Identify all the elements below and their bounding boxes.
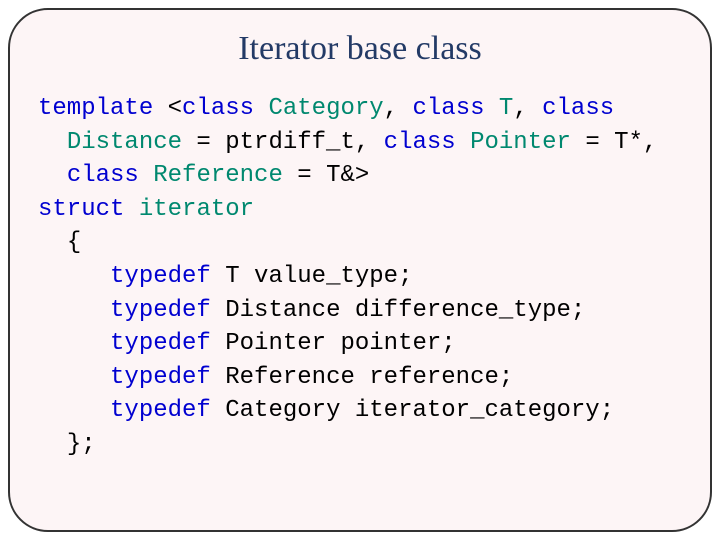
kw-class: class <box>67 162 139 189</box>
kw-struct: struct <box>38 196 124 223</box>
typedef-line: Reference reference; <box>211 364 513 391</box>
typedef-line: T value_type; <box>211 263 413 290</box>
type-t: T <box>499 95 513 122</box>
type-distance: Distance <box>67 129 182 156</box>
kw-typedef: typedef <box>110 364 211 391</box>
slide-title: Iterator base class <box>38 30 682 68</box>
kw-class: class <box>412 95 484 122</box>
code-block: template <class Category, class T, class… <box>38 92 682 462</box>
sym: = T&> <box>283 162 369 189</box>
sym: = ptrdiff_t, <box>182 129 384 156</box>
kw-typedef: typedef <box>110 330 211 357</box>
kw-class: class <box>542 95 614 122</box>
kw-template: template <box>38 95 153 122</box>
type-category: Category <box>268 95 383 122</box>
kw-class: class <box>182 95 254 122</box>
open-brace: { <box>67 229 81 256</box>
kw-class: class <box>384 129 456 156</box>
type-pointer: Pointer <box>470 129 571 156</box>
sym: , <box>384 95 413 122</box>
type-iterator: iterator <box>139 196 254 223</box>
type-reference: Reference <box>153 162 283 189</box>
sym: = T*, <box>571 129 672 156</box>
close-brace: }; <box>67 431 96 458</box>
kw-typedef: typedef <box>110 397 211 424</box>
typedef-line: Pointer pointer; <box>211 330 456 357</box>
slide-frame: Iterator base class template <class Cate… <box>8 8 712 532</box>
kw-typedef: typedef <box>110 297 211 324</box>
sym: , <box>513 95 542 122</box>
typedef-line: Category iterator_category; <box>211 397 614 424</box>
typedef-line: Distance difference_type; <box>211 297 585 324</box>
kw-typedef: typedef <box>110 263 211 290</box>
